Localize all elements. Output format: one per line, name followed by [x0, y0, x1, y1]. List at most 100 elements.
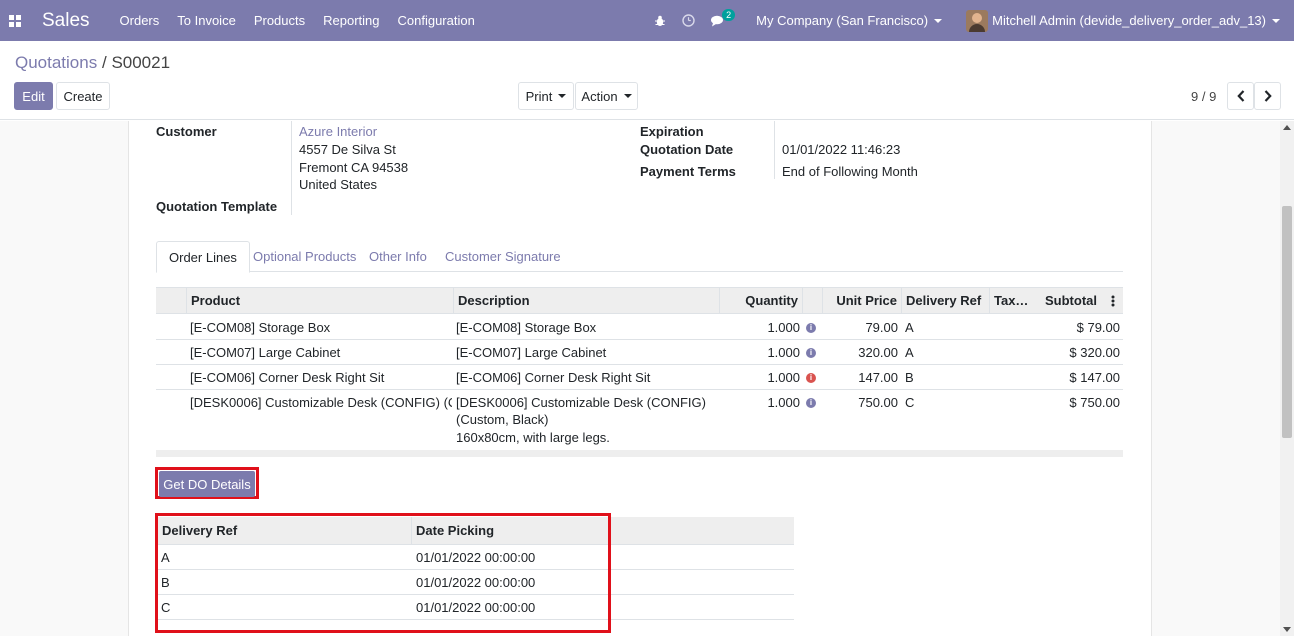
- apps-grid-icon[interactable]: [0, 0, 30, 41]
- tab-optional-products[interactable]: Optional Products: [241, 241, 368, 272]
- tab-customer-signature[interactable]: Customer Signature: [433, 241, 573, 272]
- menu-orders[interactable]: Orders: [120, 13, 160, 28]
- column-quantity[interactable]: Quantity: [719, 288, 802, 314]
- column-delivery-ref[interactable]: Delivery Ref: [901, 288, 989, 314]
- breadcrumb-current: S00021: [111, 53, 171, 72]
- get-do-details-button[interactable]: Get DO Details: [159, 471, 255, 497]
- edit-button[interactable]: Edit: [14, 82, 53, 110]
- tab-order-lines[interactable]: Order Lines: [156, 241, 250, 273]
- customer-address-line1: 4557 De Silva St: [299, 142, 396, 157]
- print-label: Print: [525, 88, 553, 104]
- cell-quantity: 1.000: [767, 345, 800, 360]
- breadcrumb-separator: /: [101, 53, 107, 72]
- table-footer: [156, 450, 1123, 457]
- chevron-left-icon: [1236, 90, 1244, 102]
- table-row[interactable]: [E-COM07] Large Cabinet [E-COM07] Large …: [156, 340, 1123, 365]
- action-button[interactable]: Action: [575, 82, 638, 110]
- table-row[interactable]: [E-COM08] Storage Box [E-COM08] Storage …: [156, 315, 1123, 340]
- clock-icon[interactable]: [682, 14, 695, 27]
- expiration-label: Expiration: [640, 124, 704, 139]
- cell-subtotal: $ 147.00: [1069, 370, 1120, 385]
- pager-next-button[interactable]: [1254, 82, 1281, 110]
- control-panel: Quotations / S00021 Edit Create Print Ac…: [0, 41, 1294, 120]
- user-menu[interactable]: Mitchell Admin (devide_delivery_order_ad…: [966, 9, 1280, 32]
- cell-delivery-ref: A: [905, 320, 914, 335]
- cell-description: [E-COM07] Large Cabinet: [456, 345, 607, 360]
- cell-description: [DESK0006] Customizable Desk (CONFIG): [456, 395, 706, 410]
- notebook-tabs: Order Lines Optional Products Other Info…: [156, 241, 1123, 273]
- app-name[interactable]: Sales: [42, 10, 90, 32]
- quotation-template-label: Quotation Template: [156, 199, 278, 214]
- chevron-down-icon: [558, 94, 567, 98]
- chevron-right-icon: [1264, 90, 1272, 102]
- menu-products[interactable]: Products: [254, 13, 305, 28]
- chevron-down-icon: [1272, 18, 1280, 23]
- chat-icon[interactable]: 2: [711, 8, 736, 27]
- cell-quantity: 1.000: [767, 320, 800, 335]
- cell-description-line2: (Custom, Black): [456, 412, 549, 427]
- user-name: Mitchell Admin (devide_delivery_order_ad…: [992, 13, 1266, 28]
- pager-value[interactable]: 9 / 9: [1191, 89, 1216, 104]
- cell-description: [E-COM08] Storage Box: [456, 320, 597, 335]
- chevron-down-icon: [934, 18, 943, 23]
- pager-previous-button[interactable]: [1227, 82, 1254, 110]
- customer-label: Customer: [156, 124, 217, 139]
- bug-icon[interactable]: [654, 15, 666, 27]
- quotation-date-label: Quotation Date: [640, 142, 734, 157]
- cell-quantity: 1.000: [767, 395, 800, 410]
- scroll-thumb[interactable]: [1282, 206, 1292, 438]
- cell-product: [E-COM06] Corner Desk Right Sit: [190, 370, 385, 385]
- vertical-scrollbar[interactable]: [1280, 121, 1294, 636]
- scroll-up-icon[interactable]: [1283, 125, 1291, 130]
- cell-unit-price: 147.00: [858, 370, 898, 385]
- cell-description-line3: 160x80cm, with large legs.: [456, 430, 610, 445]
- table-row[interactable]: [E-COM06] Corner Desk Right Sit [E-COM06…: [156, 365, 1123, 390]
- company-name: My Company (San Francisco): [756, 13, 929, 28]
- cell-delivery-ref: A: [905, 345, 914, 360]
- customer-name-link[interactable]: Azure Interior: [299, 124, 377, 139]
- customer-address-line3: United States: [299, 177, 378, 192]
- create-button[interactable]: Create: [56, 82, 110, 110]
- menu-to-invoice[interactable]: To Invoice: [177, 13, 236, 28]
- column-subtotal[interactable]: Subtotal: [1031, 288, 1101, 314]
- scroll-down-icon[interactable]: [1283, 627, 1291, 632]
- menu-reporting[interactable]: Reporting: [323, 13, 379, 28]
- field-divider: [774, 121, 775, 179]
- action-label: Action: [581, 88, 618, 104]
- info-icon[interactable]: i: [806, 323, 816, 333]
- form-sheet: Customer Azure Interior 4557 De Silva St…: [128, 121, 1152, 636]
- cell-description: [E-COM06] Corner Desk Right Sit: [456, 370, 651, 385]
- avatar: [966, 9, 989, 32]
- company-switcher[interactable]: My Company (San Francisco): [756, 13, 943, 28]
- kebab-menu-icon[interactable]: [1111, 295, 1115, 310]
- breadcrumb: Quotations / S00021: [15, 53, 170, 73]
- cell-delivery-ref: C: [905, 395, 915, 410]
- cell-subtotal: $ 320.00: [1069, 345, 1120, 360]
- table-row[interactable]: [DESK0006] Customizable Desk (CONFIG) (C…: [156, 390, 1123, 450]
- table-header: Product Description Quantity Unit Price …: [156, 287, 1123, 314]
- cell-unit-price: 320.00: [858, 345, 898, 360]
- cell-subtotal: $ 750.00: [1069, 395, 1120, 410]
- cell-subtotal: $ 79.00: [1076, 320, 1120, 335]
- quotation-date-value: 01/01/2022 11:46:23: [782, 142, 901, 157]
- cell-product: [E-COM07] Large Cabinet: [190, 345, 341, 360]
- info-icon[interactable]: i: [806, 398, 816, 408]
- cell-delivery-ref: B: [905, 370, 914, 385]
- field-divider: [291, 121, 292, 215]
- column-unit-price[interactable]: Unit Price: [822, 288, 901, 314]
- chat-count-badge: 2: [722, 8, 736, 21]
- column-product[interactable]: Product: [186, 288, 453, 314]
- cell-unit-price: 750.00: [858, 395, 898, 410]
- navbar-right: 2 My Company (San Francisco) Mitchell Ad…: [654, 0, 1294, 41]
- tab-other-info[interactable]: Other Info: [357, 241, 439, 272]
- info-icon[interactable]: i: [806, 348, 816, 358]
- column-description[interactable]: Description: [453, 288, 719, 314]
- payment-terms-label: Payment Terms: [640, 164, 736, 179]
- print-button[interactable]: Print: [518, 82, 574, 110]
- column-taxes[interactable]: Tax…: [989, 288, 1031, 314]
- warning-info-icon[interactable]: i: [806, 373, 816, 383]
- menu-configuration[interactable]: Configuration: [398, 13, 475, 28]
- breadcrumb-quotations[interactable]: Quotations: [15, 53, 97, 72]
- chevron-down-icon: [623, 94, 632, 98]
- cell-product: [DESK0006] Customizable Desk (CONFIG) (C…: [190, 395, 452, 410]
